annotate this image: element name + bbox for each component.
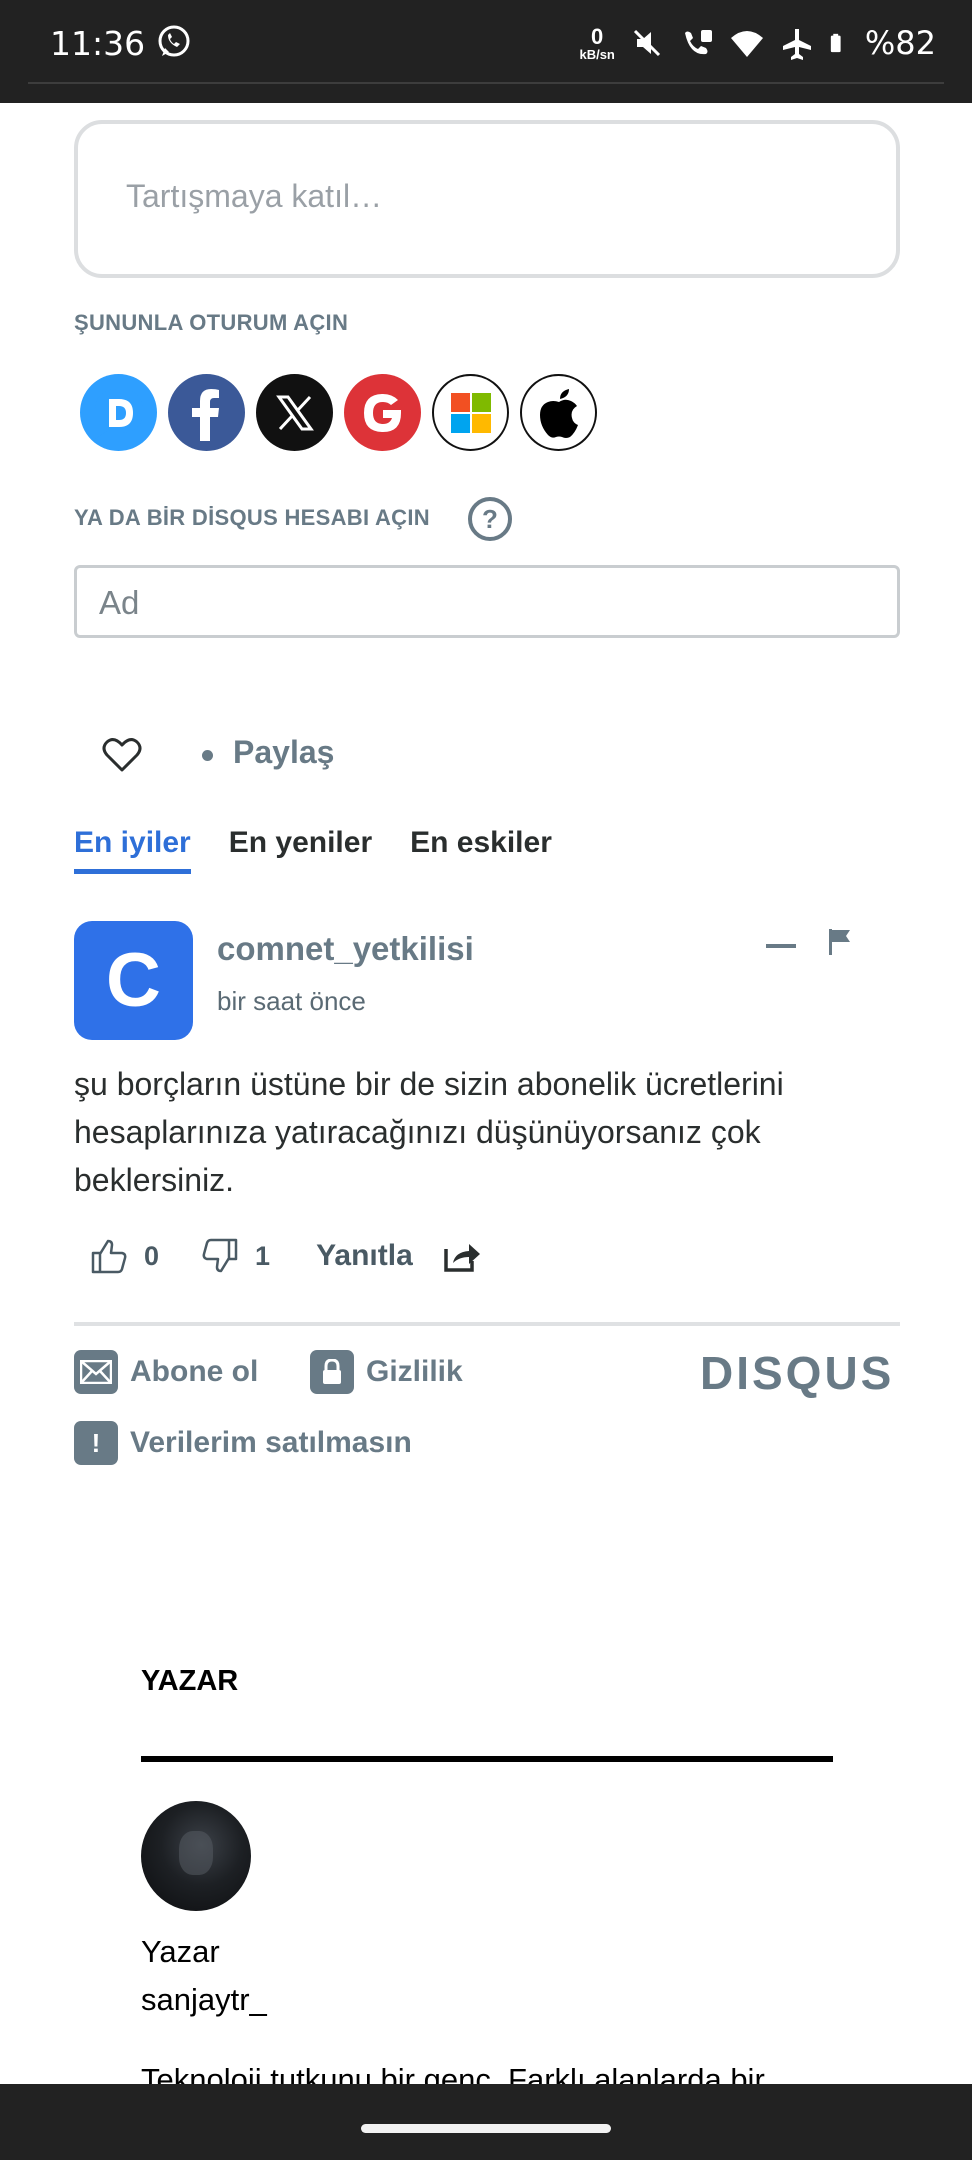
signup-label: YA DA BİR DİSQUS HESABI AÇIN [74,505,430,530]
lock-icon [310,1350,354,1394]
disqus-logo[interactable]: DISQUS [700,1346,894,1400]
social-login-row [80,374,597,451]
collapse-icon[interactable] [766,944,796,948]
apple-login-button[interactable] [520,374,597,451]
footer-divider [74,1322,900,1326]
name-field[interactable]: Ad [74,565,900,638]
mute-icon [633,29,660,57]
tab-best[interactable]: En iyiler [74,826,191,874]
x-login-button[interactable] [256,374,333,451]
do-not-sell-label: Verilerim satılmasın [130,1426,412,1459]
network-speed-value: 0 [591,23,604,49]
disqus-icon [94,388,143,439]
separator-dot [202,750,213,761]
airplane-icon [782,29,811,60]
microsoft-icon [450,392,491,433]
google-icon [363,393,401,432]
status-divider [28,82,944,84]
apple-icon [539,388,578,438]
battery-icon [830,33,841,53]
share-button[interactable]: Paylaş [233,734,334,771]
home-gesture-handle[interactable] [361,2124,611,2133]
microsoft-login-button[interactable] [432,374,509,451]
thumbs-down-icon[interactable] [201,1237,239,1275]
facebook-icon [191,388,219,441]
disqus-login-button[interactable] [80,374,157,451]
privacy-link[interactable]: Gizlilik [310,1350,463,1394]
upvote-count: 0 [144,1240,160,1271]
thumbs-up-icon[interactable] [90,1237,128,1275]
navigation-bar [0,2084,972,2160]
network-speed: 0 kB/sn [579,23,615,62]
author-username[interactable]: sanjaytr_ [141,1982,267,2018]
author-role: Yazar [141,1934,220,1969]
privacy-label: Gizlilik [366,1355,463,1388]
volte-icon [684,30,712,55]
tab-oldest[interactable]: En eskiler [410,826,552,870]
network-speed-unit: kB/sn [579,46,615,62]
comment-time[interactable]: bir saat önce [217,986,366,1017]
tab-newest[interactable]: En yeniler [229,826,372,870]
x-icon [275,395,314,430]
mail-icon [74,1350,118,1394]
warning-icon: ! [74,1421,118,1465]
wifi-icon [730,31,763,57]
comment-author[interactable]: comnet_yetkilisi [217,930,474,968]
subscribe-link[interactable]: Abone ol [74,1350,258,1394]
comment-input[interactable]: Tartışmaya katıl… [74,120,900,278]
google-login-button[interactable] [344,374,421,451]
author-section-rule [141,1756,833,1762]
author-avatar[interactable] [141,1801,251,1911]
comment-text: şu borçların üstüne bir de sizin aboneli… [74,1066,784,1198]
do-not-sell-link[interactable]: ! Verilerim satılmasın [74,1421,412,1465]
downvote-count: 1 [255,1240,271,1271]
flag-icon[interactable] [828,929,852,955]
facebook-login-button[interactable] [168,374,245,451]
reply-button[interactable]: Yanıtla [316,1239,413,1273]
comment-avatar[interactable]: C [74,921,193,1040]
comment-actions: 0 1 Yanıtla [90,1233,481,1279]
share-icon[interactable] [443,1239,481,1273]
subscribe-label: Abone ol [130,1355,259,1388]
battery-percent: %82 [864,24,936,62]
comment-input-placeholder: Tartışmaya katıl… [126,178,383,214]
status-time: 11:36 [50,24,146,63]
author-section-title: YAZAR [141,1665,239,1697]
status-bar: 11:36 0 kB/sn %82 [0,0,972,103]
sort-tabs: En iyiler En yeniler En eskiler [74,826,552,874]
heart-icon[interactable] [102,737,142,773]
login-label: ŞUNUNLA OTURUM AÇIN [74,310,349,335]
help-icon[interactable]: ? [468,497,512,541]
whatsapp-icon [158,25,190,57]
name-field-placeholder: Ad [99,584,140,621]
